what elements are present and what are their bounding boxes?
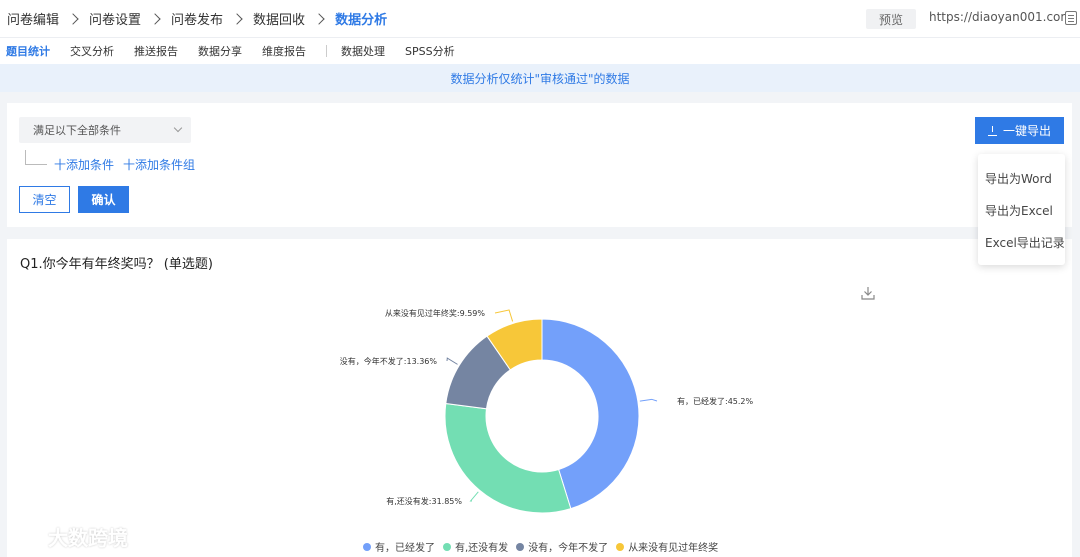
chart-legend: 有，已经发了 有,还没有发 没有，今年不发了 从来没有见过年终奖 bbox=[363, 539, 726, 554]
tree-connector bbox=[25, 150, 26, 164]
legend-dot-icon bbox=[363, 542, 371, 551]
breadcrumb: 问卷编辑 问卷设置 问卷发布 数据回收 数据分析 bbox=[0, 9, 387, 28]
legend-item[interactable]: 从来没有见过年终奖 bbox=[616, 539, 718, 554]
tab-cross-analysis[interactable]: 交叉分析 bbox=[60, 43, 124, 59]
label-leader-line bbox=[494, 309, 514, 322]
export-excel-item[interactable]: 导出为Excel bbox=[978, 194, 1065, 226]
legend-dot-icon bbox=[616, 542, 625, 551]
tab-data-processing[interactable]: 数据处理 bbox=[331, 43, 395, 59]
clear-button[interactable]: 清空 bbox=[19, 186, 70, 213]
tree-connector-horizontal bbox=[25, 164, 47, 165]
tab-divider bbox=[326, 45, 327, 57]
legend-dot-icon bbox=[516, 542, 525, 551]
label-leader-line bbox=[639, 398, 658, 402]
watermark-text: 大数跨境 bbox=[48, 526, 128, 550]
breadcrumb-item-publish[interactable]: 问卷发布 bbox=[171, 9, 223, 28]
watermark-logo-icon bbox=[8, 525, 44, 548]
legend-label: 从来没有见过年终奖 bbox=[628, 543, 719, 554]
chevron-right-icon bbox=[231, 12, 243, 25]
slice-data-label: 有，已经发了:45.2% bbox=[677, 396, 754, 406]
question-panel: Q1.你今年有年终奖吗？ (单选题) 有，已经发了:45.2% 有,还没有发:31… bbox=[7, 239, 1072, 557]
breadcrumb-item-collect[interactable]: 数据回收 bbox=[253, 9, 305, 28]
survey-url[interactable]: https://diaoyan001.com/s/l bbox=[929, 10, 1065, 24]
watermark: 大数跨境 bbox=[8, 522, 128, 551]
slice-data-label: 有,还没有发:31.85% bbox=[386, 496, 462, 506]
add-condition-group-link[interactable]: 十添加条件组 bbox=[123, 156, 195, 173]
analysis-tabs: 题目统计 交叉分析 推送报告 数据分享 维度报告 数据处理 SPSS分析 bbox=[0, 38, 1080, 64]
pie-slice[interactable] bbox=[444, 402, 572, 514]
chevron-right-icon bbox=[313, 12, 325, 25]
condition-select-value: 满足以下全部条件 bbox=[33, 124, 121, 137]
legend-label: 没有，今年不发了 bbox=[528, 543, 609, 554]
legend-item[interactable]: 有,还没有发 bbox=[443, 539, 508, 554]
donut-chart: 有，已经发了:45.2% 有,还没有发:31.85% 没有，今年不发了:13.36%… bbox=[340, 308, 754, 514]
tab-data-share[interactable]: 数据分享 bbox=[188, 43, 252, 59]
export-button[interactable]: 一键导出 bbox=[975, 117, 1064, 144]
tab-dimension-report[interactable]: 维度报告 bbox=[252, 43, 316, 59]
add-condition-link[interactable]: 十添加条件 bbox=[54, 156, 114, 173]
label-leader-line bbox=[446, 357, 458, 365]
tab-spss-analysis[interactable]: SPSS分析 bbox=[395, 43, 465, 59]
label-leader-line bbox=[469, 491, 479, 502]
slice-data-label: 从来没有见过年终奖:9.59% bbox=[385, 308, 486, 318]
legend-label: 有,还没有发 bbox=[455, 543, 509, 554]
chevron-down-icon bbox=[173, 123, 183, 133]
chevron-right-icon bbox=[67, 12, 79, 25]
export-word-item[interactable]: 导出为Word bbox=[978, 162, 1065, 194]
filter-panel: 满足以下全部条件 十添加条件 十添加条件组 清空 确认 一键导出 bbox=[7, 103, 1072, 227]
tab-question-stats[interactable]: 题目统计 bbox=[0, 43, 60, 59]
chevron-right-icon bbox=[149, 12, 161, 25]
copy-icon[interactable] bbox=[1065, 11, 1077, 25]
legend-dot-icon bbox=[443, 542, 451, 551]
tab-push-report[interactable]: 推送报告 bbox=[124, 43, 188, 59]
legend-item[interactable]: 有，已经发了 bbox=[363, 539, 435, 554]
export-button-label: 一键导出 bbox=[1002, 124, 1051, 138]
preview-button[interactable]: 预览 bbox=[866, 9, 916, 29]
top-bar: 问卷编辑 问卷设置 问卷发布 数据回收 数据分析 预览 https://diao… bbox=[0, 0, 1080, 38]
legend-item[interactable]: 没有，今年不发了 bbox=[516, 539, 608, 554]
export-menu: 导出为Word 导出为Excel Excel导出记录 bbox=[978, 154, 1065, 265]
confirm-button[interactable]: 确认 bbox=[78, 186, 129, 213]
download-icon bbox=[987, 125, 997, 136]
slice-data-label: 没有，今年不发了:13.36% bbox=[340, 356, 438, 366]
breadcrumb-item-analysis[interactable]: 数据分析 bbox=[335, 9, 387, 28]
export-history-item[interactable]: Excel导出记录 bbox=[978, 226, 1065, 258]
breadcrumb-item-edit[interactable]: 问卷编辑 bbox=[7, 9, 59, 28]
legend-label: 有，已经发了 bbox=[375, 543, 435, 554]
notice-banner: 数据分析仅统计"审核通过"的数据 bbox=[0, 64, 1080, 92]
condition-select[interactable]: 满足以下全部条件 bbox=[19, 117, 191, 143]
breadcrumb-item-settings[interactable]: 问卷设置 bbox=[89, 9, 141, 28]
